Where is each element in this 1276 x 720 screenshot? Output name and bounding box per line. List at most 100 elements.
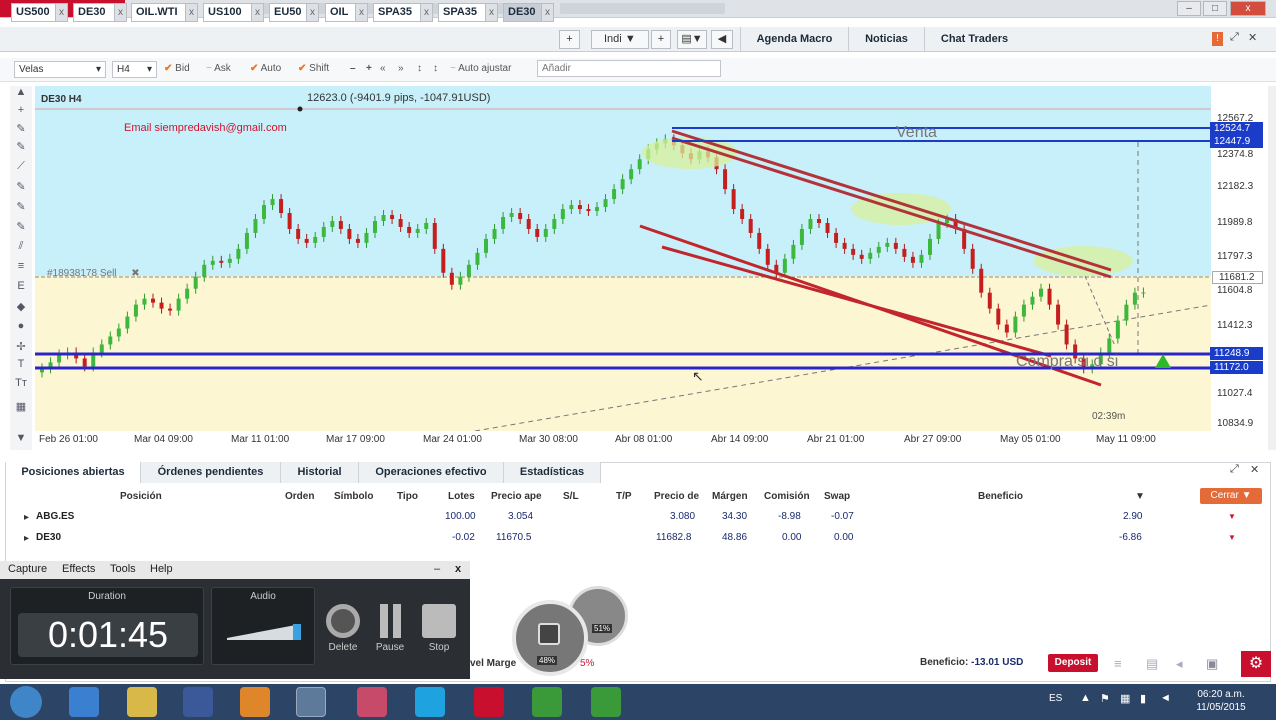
- pencil-icon[interactable]: ✎: [10, 200, 32, 218]
- menu-tools[interactable]: Tools: [110, 563, 136, 575]
- tab-estadisticas[interactable]: Estadísticas: [504, 462, 601, 483]
- volume-icon[interactable]: ◄: [1160, 692, 1171, 704]
- camtasia-icon[interactable]: [532, 687, 562, 717]
- tab-spa35[interactable]: SPA35 x: [373, 3, 433, 22]
- add-indicator-input[interactable]: [537, 60, 721, 77]
- fast-forward-button[interactable]: »: [398, 62, 404, 76]
- tab-oil-wti[interactable]: OIL.WTI x: [131, 3, 198, 22]
- settings-gear-icon[interactable]: ⚙: [1241, 651, 1271, 677]
- tab-us500[interactable]: US500 x: [11, 3, 68, 22]
- calendar-icon[interactable]: ▣: [1206, 656, 1218, 672]
- vertical-resize-icon[interactable]: ↕: [417, 62, 422, 76]
- pencil-icon[interactable]: ✎: [10, 122, 32, 140]
- expand-icon[interactable]: ⤢: [1230, 31, 1239, 44]
- tab-agenda-macro[interactable]: Agenda Macro: [740, 27, 848, 52]
- auto-adjust-toggle[interactable]: ~ Auto ajustar: [450, 62, 511, 76]
- expand-row-icon[interactable]: ▸: [24, 512, 29, 523]
- layout-dropdown[interactable]: ▤▼: [677, 30, 707, 49]
- camtasia-recorder-icon[interactable]: [591, 687, 621, 717]
- price-chart[interactable]: [35, 86, 1211, 431]
- tab-operaciones-efectivo[interactable]: Operaciones efectivo: [359, 462, 504, 483]
- tab-posiciones-abiertas[interactable]: Posiciones abiertas: [6, 462, 141, 483]
- text-tool-icon[interactable]: E: [10, 280, 32, 298]
- close-panel-icon[interactable]: ✕: [1248, 31, 1257, 44]
- cursor-tool-icon[interactable]: +: [10, 104, 32, 122]
- close-window-button[interactable]: x: [1230, 1, 1266, 16]
- tab-de30[interactable]: DE30 x: [73, 3, 127, 22]
- close-position-icon[interactable]: ▼: [1228, 533, 1236, 542]
- skype-icon[interactable]: [415, 687, 445, 717]
- alert-icon[interactable]: !: [1212, 32, 1223, 46]
- start-button-icon[interactable]: [10, 686, 42, 718]
- recorder-close-button[interactable]: x: [455, 563, 461, 575]
- browser-tab[interactable]: [560, 3, 725, 14]
- close-tab-icon[interactable]: x: [485, 4, 497, 21]
- tab-ordenes-pendientes[interactable]: Órdenes pendientes: [141, 462, 281, 483]
- internet-explorer-icon[interactable]: [69, 687, 99, 717]
- signal-icon[interactable]: ▮: [1140, 692, 1146, 705]
- delete-icon[interactable]: [326, 604, 360, 638]
- media-player-icon[interactable]: [240, 687, 270, 717]
- close-tab-icon[interactable]: x: [420, 4, 432, 21]
- pause-icon[interactable]: [393, 604, 401, 638]
- pause-icon[interactable]: [380, 604, 388, 638]
- layers-icon[interactable]: ▦: [10, 400, 32, 418]
- tab-de30-active[interactable]: DE30 x: [503, 3, 554, 22]
- tab-oil[interactable]: OIL x: [325, 3, 368, 22]
- auto-toggle[interactable]: ✔ Auto: [250, 62, 281, 76]
- text-tool-icon[interactable]: T: [10, 358, 32, 376]
- tab-historial[interactable]: Historial: [281, 462, 359, 483]
- cross-icon[interactable]: ✢: [10, 340, 32, 358]
- vertical-resize-icon[interactable]: ↕: [433, 62, 438, 76]
- close-all-button[interactable]: Cerrar ▼: [1200, 488, 1262, 504]
- grid-icon[interactable]: ▤: [1146, 656, 1158, 672]
- fibonacci-tool-icon[interactable]: ≡: [10, 260, 32, 278]
- close-position-icon[interactable]: ▼: [1228, 512, 1236, 521]
- tab-noticias[interactable]: Noticias: [848, 27, 924, 52]
- table-row[interactable]: [5, 528, 1271, 548]
- file-explorer-icon[interactable]: [127, 687, 157, 717]
- delete-button-label[interactable]: Delete: [323, 642, 363, 653]
- pencil-icon[interactable]: ✎: [10, 140, 32, 158]
- channel-tool-icon[interactable]: ⫽: [10, 240, 32, 258]
- chrome-icon[interactable]: [296, 687, 326, 717]
- add-indicator-button[interactable]: +: [651, 30, 671, 49]
- close-tab-icon[interactable]: x: [55, 4, 67, 21]
- expand-icon[interactable]: ⤢: [1230, 463, 1239, 476]
- tab-eu50[interactable]: EU50 x: [269, 3, 319, 22]
- indicators-dropdown[interactable]: Indi ▼: [591, 30, 649, 49]
- marker-icon[interactable]: ●: [10, 320, 32, 338]
- vertical-scrollbar[interactable]: [1268, 86, 1276, 450]
- audio-slider-handle[interactable]: [293, 624, 301, 640]
- facebook-icon[interactable]: [183, 687, 213, 717]
- menu-effects[interactable]: Effects: [62, 563, 95, 575]
- expand-row-icon[interactable]: ▸: [24, 533, 29, 544]
- close-tab-icon[interactable]: x: [541, 4, 553, 21]
- pause-button-label[interactable]: Pause: [370, 642, 410, 653]
- sort-icon[interactable]: ▼: [1135, 491, 1145, 502]
- pencil-icon[interactable]: ✎: [10, 180, 32, 198]
- table-row[interactable]: [5, 508, 1271, 528]
- xtb-trader-icon[interactable]: [474, 687, 504, 717]
- rewind-icon[interactable]: «: [380, 62, 386, 76]
- shift-toggle[interactable]: ✔ Shift: [298, 62, 329, 76]
- tab-spa35-2[interactable]: SPA35 x: [438, 3, 498, 22]
- minimize-button[interactable]: –: [1177, 1, 1201, 16]
- megaphone-icon[interactable]: ◂: [1176, 656, 1183, 672]
- close-order-icon[interactable]: ✖: [131, 268, 139, 279]
- close-tab-icon[interactable]: x: [355, 4, 367, 21]
- timeframe-select[interactable]: H4 ▾: [112, 61, 157, 78]
- chart-type-select[interactable]: Velas ▾: [14, 61, 106, 78]
- taskbar-clock[interactable]: 06:20 a.m. 11/05/2015: [1190, 688, 1252, 714]
- diamond-icon[interactable]: ◆: [10, 300, 32, 318]
- close-tab-icon[interactable]: x: [185, 4, 197, 21]
- close-panel-icon[interactable]: ✕: [1250, 463, 1259, 476]
- close-tab-icon[interactable]: x: [251, 4, 263, 21]
- audio-level-meter[interactable]: [227, 620, 303, 644]
- network-icon[interactable]: ▦: [1120, 692, 1130, 705]
- tab-us100[interactable]: US100 x: [203, 3, 264, 22]
- language-indicator[interactable]: ES: [1049, 693, 1062, 704]
- list-icon[interactable]: ≡: [1114, 656, 1122, 671]
- tab-chat-traders[interactable]: Chat Traders: [924, 27, 1024, 52]
- stop-icon[interactable]: [422, 604, 456, 638]
